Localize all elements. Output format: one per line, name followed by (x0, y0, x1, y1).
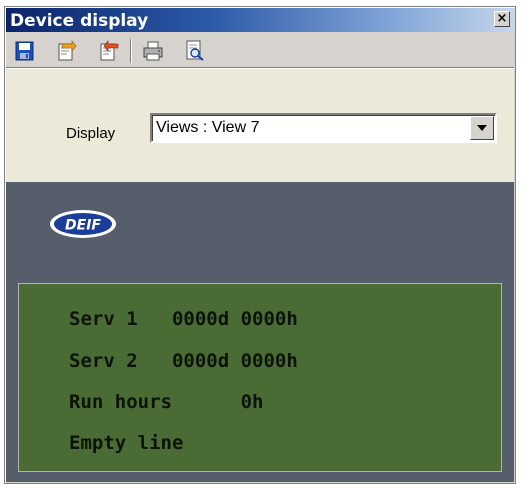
toolbar (6, 33, 514, 67)
window-title: Device display (10, 11, 149, 31)
title-bar[interactable]: Device display × (6, 8, 514, 32)
read-from-device-button[interactable] (96, 39, 122, 63)
lcd-line-1: Serv 1 0000d 0000h (69, 308, 298, 330)
device-screen: DEIF Serv 1 0000d 0000h Serv 2 0000d 000… (6, 182, 514, 482)
save-icon (15, 41, 34, 61)
deif-logo: DEIF (50, 210, 116, 238)
close-button[interactable]: × (494, 11, 510, 27)
lcd-line-4: Empty line (69, 432, 184, 454)
deif-logo-text: DEIF (65, 218, 101, 234)
write-to-device-icon (58, 40, 77, 61)
save-button[interactable] (12, 39, 38, 63)
lcd-line-3: Run hours 0h (69, 391, 264, 413)
display-select[interactable]: Views : View 7 (150, 113, 497, 143)
dropdown-arrow-button[interactable] (470, 116, 494, 140)
display-label: Display (66, 125, 116, 142)
device-display-window: Device display × Display Views: View 7 … (4, 6, 516, 484)
lcd-line-2: Serv 2 0000d 0000h (69, 350, 298, 372)
display-selector-row: Display Views : View 7 (6, 69, 514, 182)
lcd-panel: Serv 1 0000d 0000h Serv 2 0000d 0000h Ru… (18, 283, 502, 472)
print-icon (143, 41, 163, 61)
print-preview-icon (186, 40, 204, 61)
close-icon: × (496, 11, 508, 26)
toolbar-separator (130, 39, 132, 63)
write-to-device-button[interactable] (54, 39, 80, 63)
print-preview-button[interactable] (182, 39, 208, 63)
print-button[interactable] (140, 39, 166, 63)
read-from-device-icon (100, 40, 119, 61)
display-select-value: Views : View 7 (156, 119, 260, 136)
